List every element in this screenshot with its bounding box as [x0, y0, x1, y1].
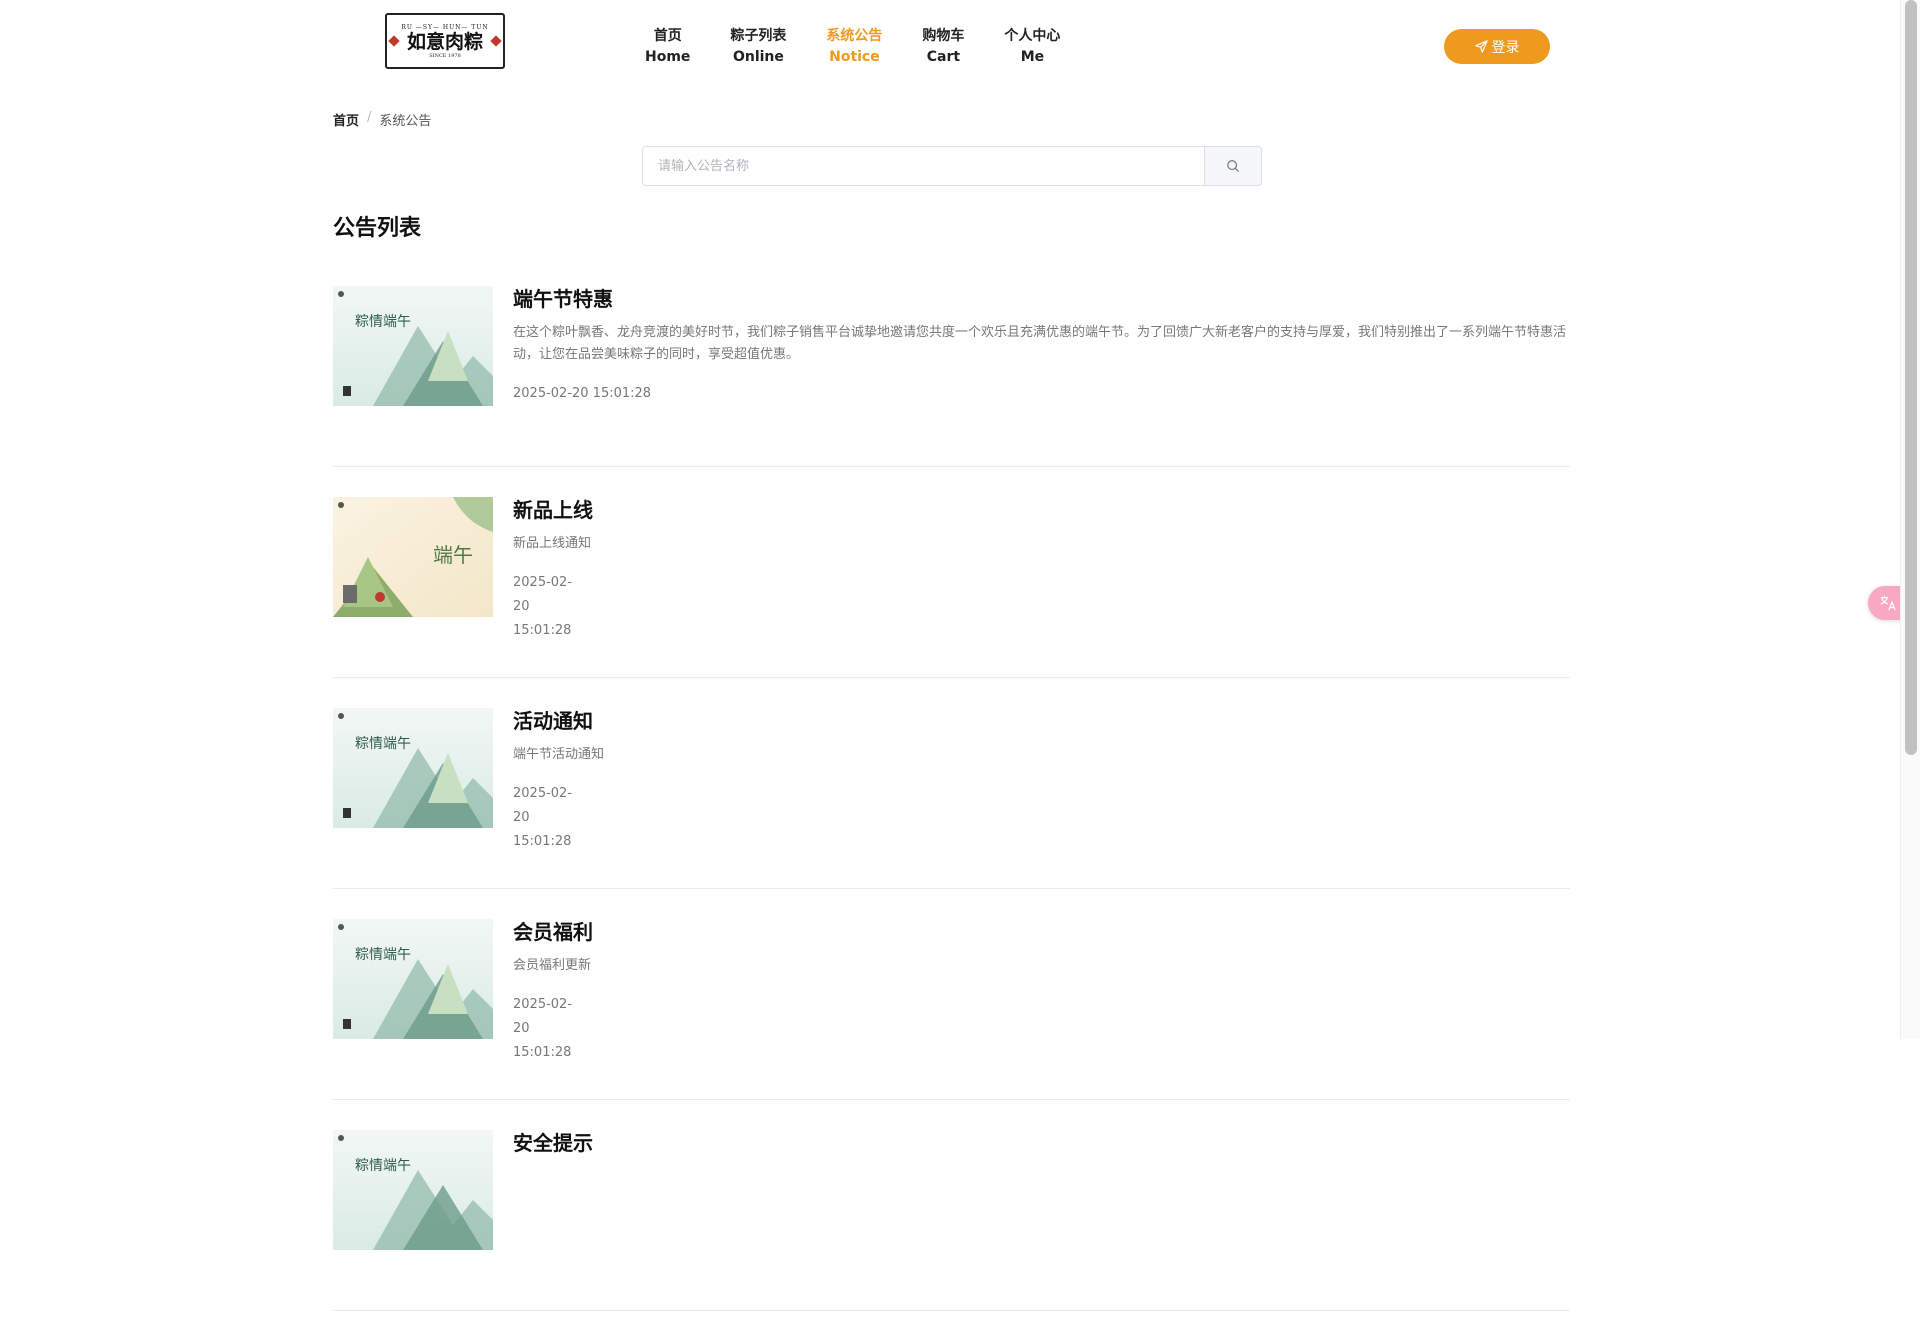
- nav-notice[interactable]: 系统公告 Notice: [826, 26, 882, 68]
- main-nav: 首页 Home 粽子列表 Online 系统公告 Notice 购物车 Cart…: [645, 26, 1100, 68]
- nav-me-en: Me: [1020, 49, 1045, 65]
- nav-home-zh: 首页: [653, 28, 682, 44]
- login-button[interactable]: 登录: [1444, 29, 1550, 64]
- breadcrumb-separator: /: [367, 110, 372, 125]
- notice-desc: 在这个粽叶飘香、龙舟竞渡的美好时节，我们粽子销售平台诚挚地邀请您共度一个欢乐且充…: [513, 325, 1567, 362]
- notice-time: 2025-02-20 15:01:28: [513, 997, 573, 1060]
- notice-title[interactable]: 新品上线: [513, 497, 1570, 523]
- nav-home[interactable]: 首页 Home: [645, 26, 690, 68]
- nav-home-en: Home: [645, 49, 691, 65]
- logo-top-text: RU —SY— HUN— TUN: [401, 23, 489, 31]
- notice-time: 2025-02-20 15:01:28: [513, 786, 573, 849]
- nav-cart-zh: 购物车: [922, 28, 965, 44]
- logo-name: 如意肉粽: [406, 30, 483, 53]
- list-item[interactable]: 粽情端午 端午节特惠 在这个粽叶飘香、龙舟竞渡的美好时节，我们粽子销售平台诚挚地…: [333, 286, 1570, 467]
- svg-text:粽情端午: 粽情端午: [355, 736, 411, 752]
- notice-thumbnail: 端午: [333, 497, 493, 617]
- notice-title[interactable]: 端午节特惠: [513, 286, 1570, 312]
- breadcrumb-home[interactable]: 首页: [333, 110, 359, 129]
- notice-title[interactable]: 会员福利: [513, 919, 1570, 945]
- nav-online-en: Online: [732, 49, 784, 65]
- nav-notice-en: Notice: [829, 49, 880, 65]
- notice-desc: 端午节活动通知: [513, 747, 605, 762]
- notice-thumbnail: 粽情端午: [333, 286, 493, 406]
- svg-text:粽情端午: 粽情端午: [355, 1158, 411, 1174]
- translate-icon: [1880, 595, 1896, 611]
- nav-cart[interactable]: 购物车 Cart: [922, 26, 964, 68]
- notice-thumbnail: 粽情端午: [333, 919, 493, 1039]
- send-icon: [1474, 40, 1488, 53]
- notice-desc: 新品上线通知: [513, 536, 592, 551]
- notice-time: 2025-02-20 15:01:28: [513, 386, 652, 401]
- logo-since: SINCE 1978: [429, 52, 461, 59]
- site-logo[interactable]: RU —SY— HUN— TUN 如意肉粽 SINCE 1978: [385, 13, 505, 69]
- breadcrumb-current: 系统公告: [379, 114, 432, 129]
- nav-online-zh: 粽子列表: [730, 28, 787, 44]
- list-item[interactable]: 粽情端午 安全提示: [333, 1130, 1570, 1311]
- scrollbar-thumb[interactable]: [1905, 0, 1917, 755]
- svg-text:端午: 端午: [433, 543, 473, 567]
- list-item[interactable]: 粽情端午 活动通知 端午节活动通知 2025-02-20 15:01:28: [333, 708, 1570, 889]
- section-title: 公告列表: [333, 216, 422, 241]
- svg-text:粽情端午: 粽情端午: [355, 947, 411, 963]
- svg-text:粽情端午: 粽情端午: [355, 314, 411, 330]
- nav-notice-zh: 系统公告: [826, 28, 883, 44]
- nav-me[interactable]: 个人中心 Me: [1004, 26, 1060, 68]
- nav-me-zh: 个人中心: [1004, 28, 1061, 44]
- search-input[interactable]: [642, 146, 1204, 186]
- notice-search: [642, 146, 1262, 186]
- login-label: 登录: [1491, 39, 1520, 56]
- nav-online[interactable]: 粽子列表 Online: [730, 26, 786, 68]
- site-header: RU —SY— HUN— TUN 如意肉粽 SINCE 1978 首页 Home…: [0, 0, 1900, 95]
- notice-title[interactable]: 活动通知: [513, 708, 1570, 734]
- notice-time: 2025-02-20 15:01:28: [513, 575, 573, 638]
- list-item[interactable]: 端午 新品上线 新品上线通知 2025-02-20 15:01:28: [333, 497, 1570, 678]
- notice-thumbnail: 粽情端午: [333, 1130, 493, 1250]
- notice-thumbnail: 粽情端午: [333, 708, 493, 828]
- page-scrollbar[interactable]: [1900, 0, 1920, 1039]
- notice-desc: 会员福利更新: [513, 958, 592, 973]
- search-icon: [1227, 160, 1239, 172]
- search-button[interactable]: [1204, 146, 1262, 186]
- notice-list: 粽情端午 端午节特惠 在这个粽叶飘香、龙舟竞渡的美好时节，我们粽子销售平台诚挚地…: [333, 286, 1570, 1341]
- list-item[interactable]: 粽情端午 会员福利 会员福利更新 2025-02-20 15:01:28: [333, 919, 1570, 1100]
- notice-title[interactable]: 安全提示: [513, 1130, 1570, 1156]
- breadcrumb: 首页 / 系统公告: [333, 110, 431, 129]
- nav-cart-en: Cart: [926, 49, 961, 65]
